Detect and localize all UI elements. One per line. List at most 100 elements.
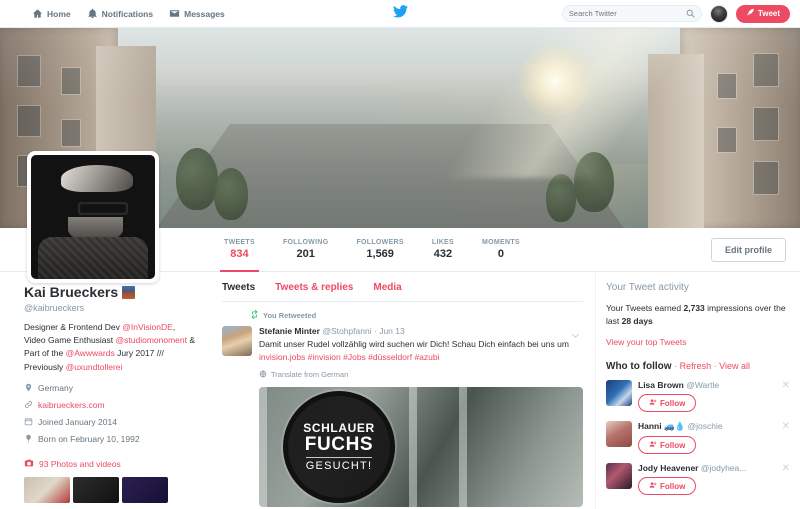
bio-mention-studiomonoment[interactable]: @studiomonoment xyxy=(116,335,187,345)
stat-followers-label: FOLLOWERS xyxy=(356,239,404,246)
follow-button-label: Follow xyxy=(660,440,686,450)
avatar-shirt xyxy=(38,236,148,279)
avatar-glasses xyxy=(78,202,128,215)
nav-item-notifications[interactable]: Notifications xyxy=(87,8,153,19)
quill-icon xyxy=(746,8,755,19)
stat-moments-value: 0 xyxy=(497,248,504,260)
media-text-line-1: SCHLAUER xyxy=(303,421,375,436)
stat-tweets[interactable]: TWEETS 834 xyxy=(210,228,269,272)
photo-thumbnail[interactable] xyxy=(122,476,168,503)
location-pin-icon xyxy=(24,383,33,394)
bio-mention-invisionde[interactable]: @InVisionDE xyxy=(122,322,173,332)
photos-and-videos-link[interactable]: 93 Photos and videos xyxy=(24,458,196,470)
tab-tweets[interactable]: Tweets xyxy=(222,282,255,293)
profile-metadata: Germany kaibrueckers.com Joined January … xyxy=(24,383,196,445)
compose-tweet-button[interactable]: Tweet xyxy=(735,4,790,23)
avatar-hair xyxy=(60,164,133,193)
tweet-hashtags[interactable]: #invision #Jobs #düsseldorf #azubi xyxy=(305,352,440,362)
refresh-link[interactable]: Refresh xyxy=(680,361,712,371)
bio-mention-uxundtollerei[interactable]: @uxundtollerei xyxy=(66,362,123,372)
balloon-icon xyxy=(24,434,33,445)
tweet-body: Stefanie Minter @Stohpfanni · Jun 13 Dam… xyxy=(259,326,583,507)
view-all-link[interactable]: View all xyxy=(719,361,750,371)
nav-right-group: Tweet xyxy=(561,4,790,23)
follow-button[interactable]: Follow xyxy=(638,394,697,413)
close-icon[interactable]: ✕ xyxy=(782,463,790,495)
suggestion-avatar[interactable] xyxy=(606,463,632,490)
suggestion-body: Lisa Brown @Wartle Follow xyxy=(638,380,776,413)
tweet-text-body: Damit unser Rudel vollzählig wird suchen… xyxy=(259,339,569,349)
media-window-bar xyxy=(259,386,267,507)
stat-followers[interactable]: FOLLOWERS 1,569 xyxy=(342,228,417,272)
close-icon[interactable]: ✕ xyxy=(782,421,790,454)
photo-thumbnail[interactable] xyxy=(24,476,70,503)
stat-following-label: FOLLOWING xyxy=(282,239,329,246)
suggestion-handle[interactable]: @jodyhea... xyxy=(701,463,747,473)
right-sidebar: Your Tweet activity Your Tweets earned 2… xyxy=(595,272,800,509)
edit-profile-button[interactable]: Edit profile xyxy=(711,237,786,262)
tab-media[interactable]: Media xyxy=(373,282,401,293)
photo-thumbnail[interactable] xyxy=(73,476,119,503)
tab-tweets-and-replies[interactable]: Tweets & replies xyxy=(275,282,353,293)
tweet-timestamp[interactable]: Jun 13 xyxy=(379,326,405,336)
stat-likes[interactable]: LIKES 432 xyxy=(418,228,468,272)
suggestion-name[interactable]: Lisa Brown xyxy=(638,380,684,390)
close-icon[interactable]: ✕ xyxy=(782,380,790,412)
stat-likes-label: LIKES xyxy=(431,239,454,246)
tweet-header: Stefanie Minter @Stohpfanni · Jun 13 xyxy=(259,326,583,336)
nav-user-avatar[interactable] xyxy=(709,4,728,23)
stat-following[interactable]: FOLLOWING 201 xyxy=(269,228,342,272)
profile-website-link[interactable]: kaibrueckers.com xyxy=(38,400,105,410)
nav-item-home[interactable]: Home xyxy=(32,8,71,19)
home-icon xyxy=(32,8,43,19)
profile-avatar-frame[interactable] xyxy=(27,151,159,283)
suggestion-avatar[interactable] xyxy=(606,380,632,407)
stat-moments[interactable]: MOMENTS 0 xyxy=(468,228,534,272)
tweet-author-avatar[interactable] xyxy=(222,326,252,356)
photo-thumbnail-strip xyxy=(24,476,196,503)
suggestion-name[interactable]: Jody Heavener xyxy=(638,463,698,473)
tweet-separator: · xyxy=(373,326,377,336)
search-container[interactable] xyxy=(561,5,702,23)
media-text-line-2: FUCHS xyxy=(304,434,374,456)
media-window-bar xyxy=(409,386,417,507)
suggestion-handle[interactable]: @Wartle xyxy=(686,380,719,390)
profile-website[interactable]: kaibrueckers.com xyxy=(24,400,196,411)
tweet-author-name[interactable]: Stefanie Minter xyxy=(259,326,320,336)
translate-row[interactable]: Translate from German xyxy=(259,369,583,380)
suggestion-name-row: Hanni 🚙💧 @joschie xyxy=(638,421,776,432)
suggestion-name-row: Lisa Brown @Wartle xyxy=(638,380,776,390)
chevron-down-icon[interactable] xyxy=(570,328,581,346)
follow-button-label: Follow xyxy=(660,481,686,491)
follow-button[interactable]: Follow xyxy=(638,436,697,455)
suggestion-handle[interactable]: @joschie xyxy=(688,421,723,431)
stats-group: TWEETS 834 FOLLOWING 201 FOLLOWERS 1,569… xyxy=(210,228,534,272)
tweet-link[interactable]: invision.jobs xyxy=(259,352,305,362)
suggestion-name[interactable]: Hanni 🚙💧 xyxy=(638,421,685,431)
follow-button-label: Follow xyxy=(660,398,686,408)
tweet-activity-title: Your Tweet activity xyxy=(606,282,689,293)
wtf-sep-2: · xyxy=(713,361,717,372)
tweet-media-image[interactable]: SCHLAUER FUCHS GESUCHT! xyxy=(259,386,583,507)
search-input[interactable] xyxy=(568,9,686,18)
envelope-icon xyxy=(169,8,180,19)
bell-icon xyxy=(87,8,98,19)
suggestion-avatar[interactable] xyxy=(606,421,632,448)
profile-joined-label: Joined January 2014 xyxy=(38,417,117,428)
profile-birthday-label: Born on February 10, 1992 xyxy=(38,434,140,445)
top-navigation-bar: Home Notifications Messages Search Twitt… xyxy=(0,0,800,28)
nav-item-messages[interactable]: Messages xyxy=(169,8,225,19)
tweet-item: Stefanie Minter @Stohpfanni · Jun 13 Dam… xyxy=(222,326,583,507)
stat-tweets-value: 834 xyxy=(230,248,249,260)
search-icon[interactable] xyxy=(686,5,695,23)
tweet-activity-panel: Your Tweet activity Your Tweets earned 2… xyxy=(606,282,790,347)
media-text-badge: SCHLAUER FUCHS GESUCHT! xyxy=(283,390,395,503)
view-top-tweets-link[interactable]: View your top Tweets xyxy=(606,337,790,347)
twitter-profile-page: Home Notifications Messages Search Twitt… xyxy=(0,0,800,509)
stat-tweets-label: TWEETS xyxy=(224,239,255,246)
tweet-author-handle[interactable]: @Stohpfanni xyxy=(322,326,371,336)
follow-button[interactable]: Follow xyxy=(638,477,697,496)
bio-mention-awwwards[interactable]: @Awwwards xyxy=(66,348,115,358)
list-item: Hanni 🚙💧 @joschie Follow ✕ xyxy=(606,421,790,455)
twitter-bird-icon[interactable] xyxy=(392,4,408,23)
